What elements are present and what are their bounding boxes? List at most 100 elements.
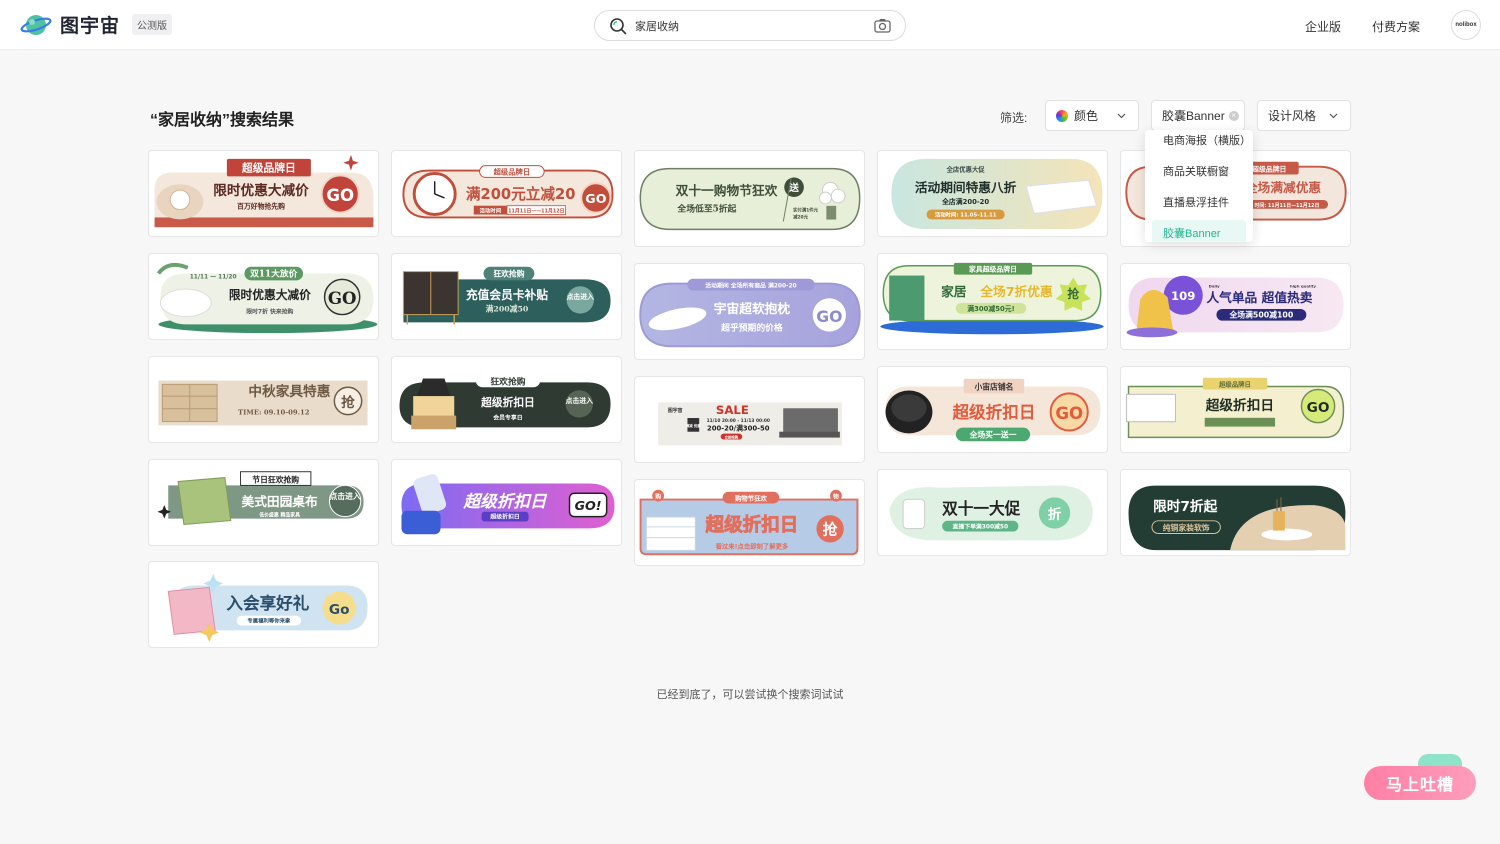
banner-text: 抢 [1067,287,1079,301]
planet-logo-icon [20,14,52,35]
banner-text: 超乎预期的价格 [720,322,783,334]
banner-card[interactable]: 限时7折起 纯铜家装软饰 [1120,469,1351,556]
banner-text: 200-20/满300-50 [707,424,770,433]
feedback-button[interactable]: 马上吐槽 [1364,766,1476,800]
banner-text: 全场满500减100 [1229,310,1294,320]
banner-text: 超级品牌日 [1218,380,1251,389]
dropdown-option-selected[interactable]: 胶囊Banner [1152,220,1246,242]
banner-text: 百万好物抢先购 [237,202,285,211]
banner-text: 直播下单满300减50 [953,523,1009,531]
camera-icon[interactable] [874,18,891,33]
top-header: 图宇宙 公测版 企业版 付费方案 nolibox [0,0,1500,50]
banner-card[interactable]: 超级品牌日 满200元立减20 活动时间 11月11日——11月12日 GO [391,150,622,237]
search-bar[interactable] [594,10,906,41]
banner-text: 中秋家具特惠 [248,383,330,400]
banner-text: 人气单品 超值热卖 [1206,290,1312,305]
style-filter[interactable]: 设计风格 [1257,100,1351,131]
banner-text: 全场满减优惠 [1244,180,1322,196]
banner-text: TIME: 09.10-09.12 [238,409,310,417]
banner-text: 满减 优惠 [686,423,701,428]
banner-text: 图宇宙 [668,407,683,414]
clear-filter-icon[interactable]: × [1228,110,1239,121]
banner-text: GO [1307,400,1330,416]
banner-text: SALE [716,403,749,417]
banner-card[interactable]: 活动期间 全场所有商品 满200-20 宇宙超软抱枕 超乎预期的价格 GO [634,263,865,360]
banner-text: 超级折扣日 [489,513,519,521]
banner-text: 购 [655,493,661,501]
banner-text: 双十一大促 [942,499,1021,518]
avatar[interactable]: nolibox [1451,10,1481,40]
banner-card[interactable]: 超级品牌日 限时优惠大减价 百万好物抢先购 GO [148,150,379,237]
logo[interactable]: 图宇宙 公测版 [20,11,173,38]
banner-card[interactable]: 购物节狂欢 购 物 超级折扣日 看过来!点击即刻了解更多 抢 [634,479,865,566]
banner-card[interactable]: 图宇宙 SALE 满减 优惠 11/10 20:00 - 11/13 00:00… [634,376,865,463]
banner-text: 限时7折起 [1153,498,1217,515]
banner-text: 超级品牌日 [493,167,531,176]
banner-text: GO [1055,404,1083,423]
banner-card[interactable]: 双十一购物节狂欢 全场低至5折起 送 实付满1件元 减20元 [634,150,865,247]
banner-text: 全场低至5折起 [676,203,736,215]
banner-text: 会员专享日 [493,414,522,422]
banner-text: 11/10 20:00 - 11/13 00:00 [707,418,770,424]
banner-card[interactable]: 入会享好礼 专属福利等你来拿 Go [148,561,379,648]
banner-text: 抢 [823,521,838,539]
color-filter[interactable]: 颜色 [1045,100,1139,131]
nav-pricing[interactable]: 付费方案 [1372,18,1420,35]
banner-text: 满200元立减20 [466,185,576,203]
banner-text: 109 [1171,289,1195,303]
banner-text: 物 [833,493,839,501]
nav-enterprise[interactable]: 企业版 [1305,18,1341,35]
banner-text: 购物节狂欢 [735,494,767,503]
chevron-down-icon [1117,113,1126,119]
color-wheel-icon [1056,109,1068,122]
banner-text: GO [326,186,354,205]
banner-text: 狂欢抢购 [493,268,524,278]
banner-text: 狂欢抢购 [490,375,525,387]
banner-text: 入会享好礼 [226,593,309,613]
banner-text: 满200减50 [486,304,529,314]
search-result-title: “家居收纳”搜索结果 [150,112,295,129]
dropdown-option[interactable]: 商品关联橱窗 [1145,158,1253,186]
banner-text: 超级品牌日 [1251,165,1286,174]
banner-text: 点击进入 [329,491,360,501]
banner-text: 点击进入 [566,396,593,405]
type-filter[interactable]: 胶囊Banner × [1151,100,1245,131]
banner-card[interactable]: 狂欢抢购 充值会员卡补贴 满200减50 点击进入 [391,253,622,340]
banner-card[interactable]: 超级折扣日 超级折扣日 GO! [391,459,622,546]
banner-text: 超级折扣日 [480,396,535,409]
filter-label: 筛选: [1000,111,1028,125]
banner-text: 超级折扣日 [463,492,548,511]
banner-text: 折 [1048,506,1062,523]
dropdown-option[interactable]: 电商海报（横版） [1145,130,1253,155]
search-input[interactable] [635,19,865,32]
banner-text: 双11大放价 [250,267,298,279]
banner-card[interactable]: 双十一大促 直播下单满300减50 折 [877,469,1108,556]
banner-text: 节日狂欢抢购 [252,474,299,484]
banner-text: Go [329,602,350,618]
banner-text: 双十一购物节狂欢 [676,183,778,199]
banner-text: 抢 [341,394,355,411]
banner-card[interactable]: 狂欢抢购 超级折扣日 会员专享日 点击进入 [391,356,622,443]
banner-card[interactable]: 11/11 — 11/20 双11大放价 限时优惠大减价 限时7折 快来抢购 G… [148,253,379,340]
banner-text: 纯铜家装软饰 [1163,523,1210,533]
feedback-label: 马上吐槽 [1385,777,1454,794]
search-icon [610,17,627,34]
dropdown-option[interactable]: 直播悬浮挂件 [1145,189,1253,217]
banner-card[interactable]: 节日狂欢抢购 美式田园桌布 低价盛惠 精品家具 点击进入 [148,459,379,546]
banner-card[interactable]: 中秋家具特惠 TIME: 09.10-09.12 抢 [148,356,379,443]
end-of-results-text: 已经到底了，可以尝试换个搜索词试试 [656,689,844,701]
banner-text: 超级折扣日 [1205,397,1274,414]
banner-card[interactable]: 家具超级品牌日 家居 全场7折优惠 满300减50元! 抢 [877,253,1108,350]
banner-card[interactable]: 超级品牌日 超级折扣日 GO [1120,366,1351,453]
banner-card[interactable]: 109 Daily high quality 人气单品 超值热卖 全场满500减… [1120,263,1351,350]
type-filter-dropdown: 电商海报（横版） 商品关联橱窗 直播悬浮挂件 胶囊Banner [1145,130,1253,242]
banner-card[interactable]: 小宙店铺名 超级折扣日 全场买一送一 GO [877,366,1108,453]
banner-text: 减20元 [793,214,809,221]
banner-text: 超级折扣日 [952,402,1035,422]
banner-text: GO [328,288,357,308]
banner-text: 限时优惠大减价 [213,182,309,199]
banner-text: 专属福利等你来拿 [247,617,291,625]
banner-card[interactable]: 全店优惠大促 活动期间特惠八折 全店满200-20 活动时间: 11.05-11… [877,150,1108,237]
banner-text: 点击进入 [567,292,594,301]
banner-text: 立即抢购 [725,435,739,440]
